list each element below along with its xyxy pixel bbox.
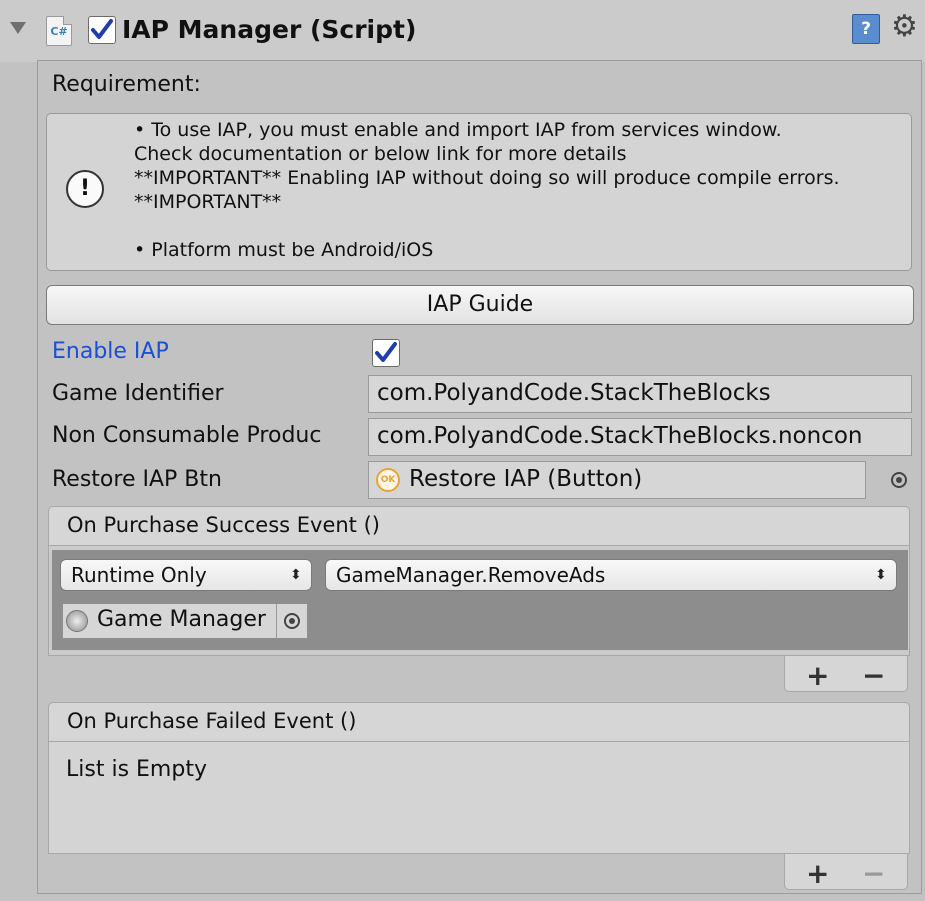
failed-event-footer	[784, 854, 908, 890]
list-empty-label: List is Empty	[66, 757, 207, 782]
checkmark-icon	[375, 342, 397, 362]
object-picker-icon[interactable]	[891, 472, 907, 488]
add-listener-button[interactable]: +	[806, 858, 829, 890]
gameobject-icon	[66, 610, 88, 632]
requirement-label: Requirement:	[52, 72, 201, 97]
foldout-arrow-icon[interactable]	[10, 22, 26, 34]
success-event-footer	[784, 656, 908, 692]
csharp-script-icon: C#	[46, 16, 72, 46]
component-title: IAP Manager (Script)	[122, 15, 417, 44]
remove-listener-button[interactable]: −	[862, 858, 885, 890]
iap-guide-button[interactable]: IAP Guide	[46, 285, 914, 325]
help-text: • To use IAP, you must enable and import…	[134, 119, 840, 261]
checkmark-icon	[91, 19, 113, 39]
enable-iap-checkbox[interactable]	[372, 339, 400, 367]
game-identifier-field[interactable]: com.PolyandCode.StackTheBlocks	[368, 375, 912, 413]
add-listener-button[interactable]: +	[806, 660, 829, 692]
script-enabled-checkbox[interactable]	[88, 16, 116, 44]
remove-listener-button[interactable]: −	[862, 660, 885, 692]
restore-iap-btn-field[interactable]: Restore IAP (Button)	[368, 461, 866, 499]
target-field-divider	[276, 604, 277, 638]
target-object-field[interactable]: Game Manager	[62, 603, 308, 639]
restore-iap-btn-label: Restore IAP Btn	[52, 467, 222, 492]
non-consumable-field[interactable]: com.PolyandCode.StackTheBlocks.noncon	[368, 418, 912, 456]
object-picker-icon[interactable]	[284, 613, 300, 629]
info-icon: !	[66, 170, 104, 208]
dropdown-arrows-icon: ⬍	[290, 567, 302, 583]
failed-event-header: On Purchase Failed Event ()	[48, 702, 910, 742]
dropdown-arrows-icon: ⬍	[875, 567, 887, 583]
non-consumable-label: Non Consumable Produc	[52, 423, 322, 448]
game-identifier-label: Game Identifier	[52, 381, 224, 406]
method-dropdown[interactable]: GameManager.RemoveAds	[325, 559, 897, 591]
gear-icon[interactable]: ⚙	[891, 10, 918, 44]
help-book-icon[interactable]: ?	[852, 14, 880, 44]
success-event-header: On Purchase Success Event ()	[48, 506, 910, 546]
button-component-icon: OK	[376, 468, 400, 492]
call-state-dropdown[interactable]: Runtime Only	[60, 559, 312, 591]
enable-iap-label: Enable IAP	[52, 339, 169, 364]
